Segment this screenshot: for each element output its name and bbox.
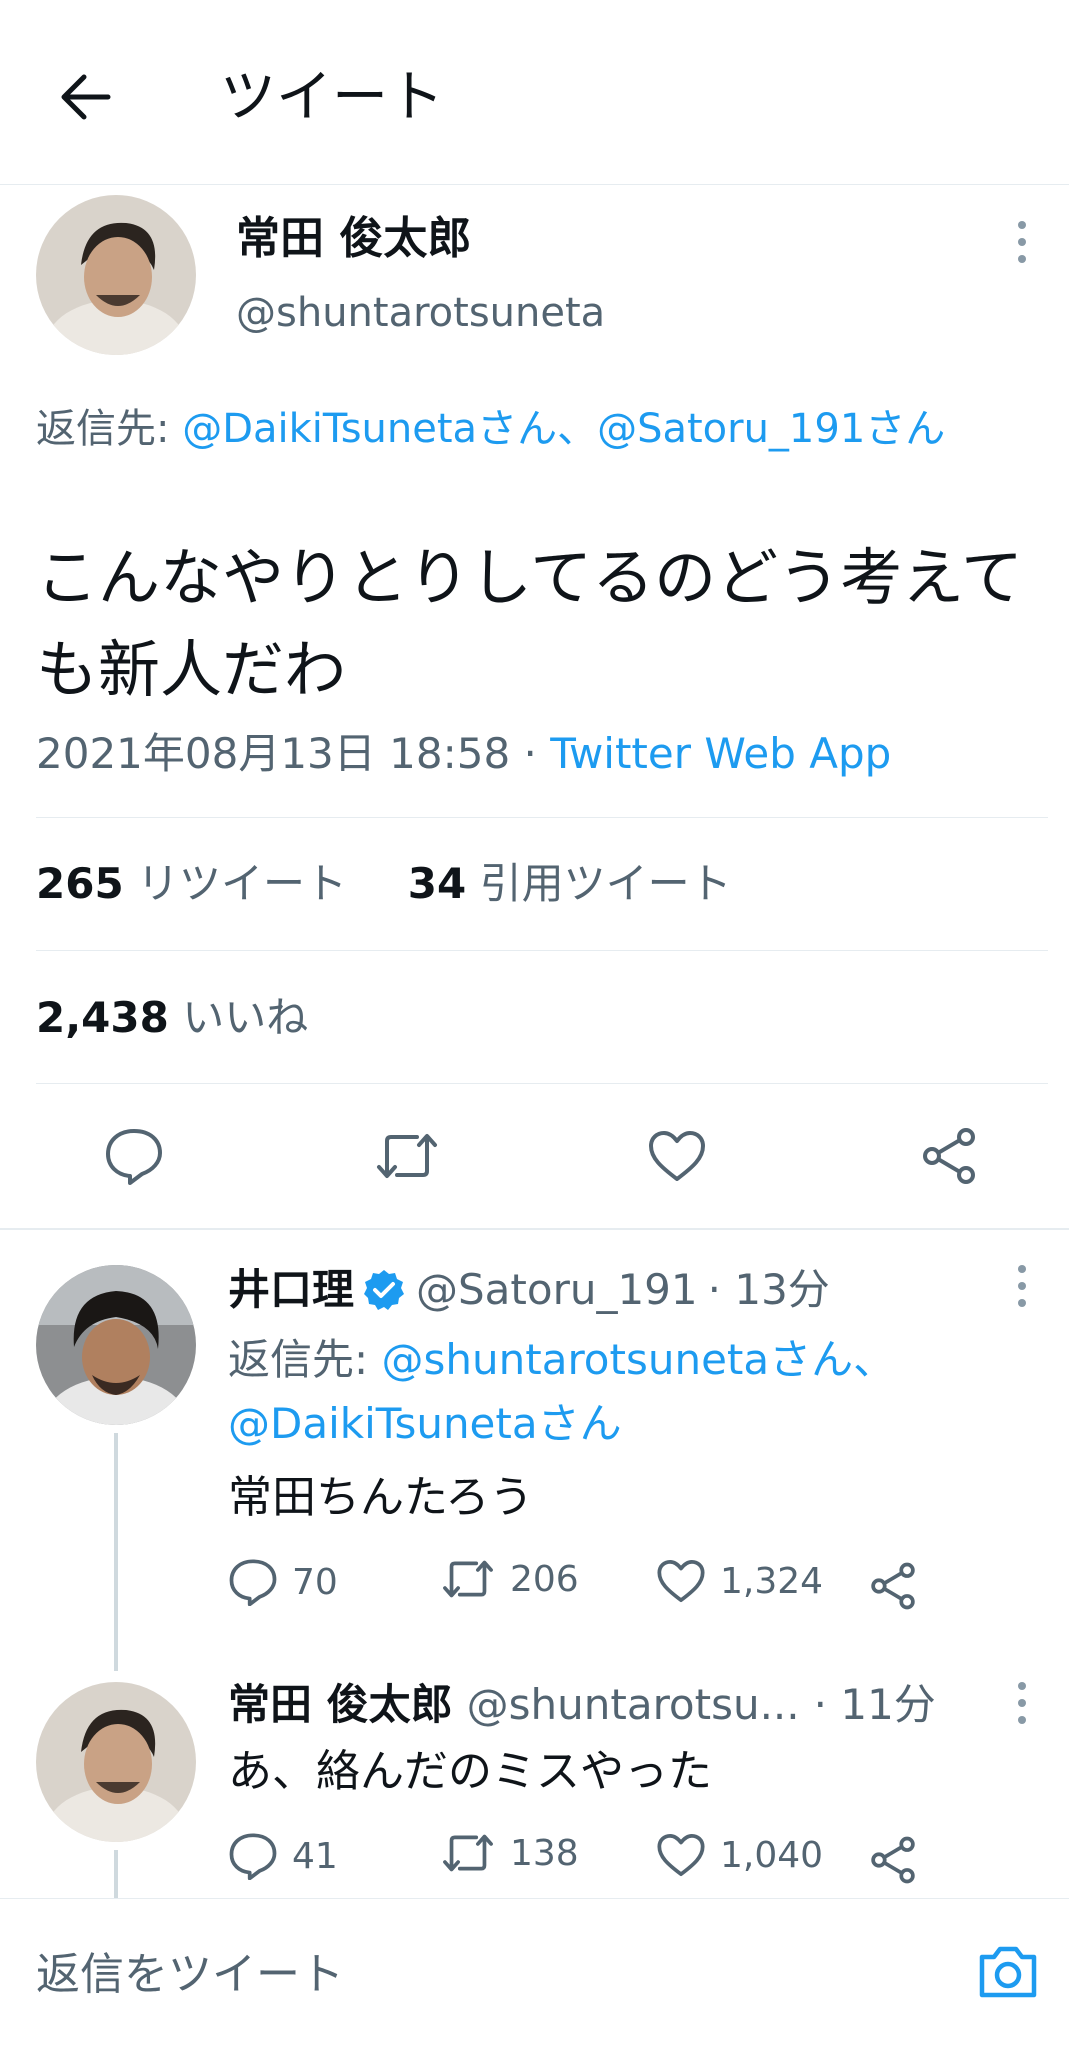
main-tweet-avatar[interactable]: [36, 195, 196, 355]
reply-time[interactable]: · 13分: [708, 1263, 830, 1317]
likes-stat[interactable]: 2,438 いいね: [36, 990, 308, 1046]
reply-author-handle[interactable]: @shuntarotsu...: [467, 1678, 800, 1732]
reply-avatar[interactable]: [36, 1682, 196, 1842]
more-options-icon[interactable]: [1002, 212, 1042, 272]
page-title: ツイート: [220, 65, 444, 130]
reply-prefix: 返信先:: [228, 1335, 369, 1384]
reply-author-handle[interactable]: @Satoru_191: [416, 1263, 698, 1317]
reply-icon: [228, 1558, 278, 1606]
quotes-stat[interactable]: 34 引用ツイート: [408, 859, 732, 908]
quotes-count: 34: [407, 859, 467, 908]
like-count: 1,040: [720, 1834, 824, 1876]
reply-author-name[interactable]: 井口理: [228, 1263, 354, 1317]
reply-count: 70: [292, 1561, 338, 1603]
section-divider: [0, 1228, 1069, 1230]
reply-action-bar: 41 138 1,040: [228, 1832, 948, 1892]
divider: [36, 1083, 1048, 1084]
main-tweet-text: こんなやりとりしてるのどう考えても新人だわ: [36, 541, 1024, 706]
reply-text: あ、絡んだのミスやった: [228, 1746, 712, 1797]
reply-action[interactable]: 41: [228, 1832, 338, 1880]
more-options-icon[interactable]: [1002, 1256, 1042, 1316]
share-icon[interactable]: [868, 1562, 918, 1610]
reply-count: 41: [292, 1835, 338, 1877]
thread-connector: [114, 1433, 118, 1671]
reply-text: 常田ちんたろう: [228, 1472, 534, 1523]
divider: [36, 950, 1048, 951]
like-heart-icon: [656, 1558, 706, 1604]
retweet-icon[interactable]: [372, 1121, 442, 1191]
reply-header: 常田 俊太郎 @shuntarotsu... · 11分: [228, 1678, 936, 1732]
retweet-count: 138: [510, 1832, 579, 1874]
reply-icon: [228, 1832, 278, 1880]
retweets-label: リツイート: [137, 859, 348, 908]
reply-avatar[interactable]: [36, 1265, 196, 1425]
retweet-count: 206: [510, 1558, 579, 1600]
retweet-quote-stats: 265 リツイート 34 引用ツイート: [36, 856, 732, 912]
main-tweet-timestamp[interactable]: 2021年08月13日 18:58: [36, 729, 510, 778]
main-tweet-reply-to: 返信先: @DaikiTsunetaさん、@Satoru_191さん: [36, 398, 1036, 460]
reply-reply-to: 返信先: @shuntarotsunetaさん、 @DaikiTsunetaさん: [228, 1328, 895, 1456]
like-action[interactable]: 1,040: [656, 1832, 823, 1878]
reply-action-bar: 70 206 1,324: [228, 1558, 948, 1618]
reply-action[interactable]: 70: [228, 1558, 338, 1606]
reply-icon[interactable]: [99, 1121, 169, 1191]
reply-prefix: 返信先:: [36, 406, 170, 452]
verified-badge-icon: [362, 1268, 406, 1312]
reply-targets-link[interactable]: @DaikiTsunetaさん: [228, 1399, 622, 1448]
share-icon[interactable]: [868, 1836, 918, 1884]
likes-label: いいね: [182, 993, 309, 1042]
meta-separator: ·: [510, 729, 551, 778]
reply-author-name[interactable]: 常田 俊太郎: [228, 1678, 453, 1732]
main-tweet-source[interactable]: Twitter Web App: [550, 729, 891, 778]
retweet-action[interactable]: 206: [440, 1558, 579, 1600]
like-action[interactable]: 1,324: [656, 1558, 823, 1604]
like-heart-icon[interactable]: [642, 1121, 712, 1191]
reply-composer: 返信をツイート: [0, 1898, 1069, 2049]
divider: [36, 817, 1048, 818]
main-tweet-meta: 2021年08月13日 18:58 · Twitter Web App: [36, 726, 891, 782]
main-tweet-author-name[interactable]: 常田 俊太郎: [236, 212, 471, 266]
reply-time[interactable]: · 11分: [814, 1678, 936, 1732]
retweet-icon: [440, 1558, 496, 1600]
like-heart-icon: [656, 1832, 706, 1878]
reply-header: 井口理 @Satoru_191 · 13分: [228, 1263, 830, 1317]
like-count: 1,324: [720, 1560, 824, 1602]
likes-count: 2,438: [36, 993, 169, 1042]
reply-targets-link[interactable]: @DaikiTsunetaさん、@Satoru_191さん: [182, 406, 945, 452]
back-arrow-icon[interactable]: [50, 62, 120, 132]
retweets-stat[interactable]: 265 リツイート: [36, 859, 347, 908]
share-icon[interactable]: [914, 1121, 984, 1191]
thread-connector: [114, 1850, 118, 1898]
retweets-count: 265: [36, 859, 124, 908]
reply-targets-link[interactable]: @shuntarotsunetaさん、: [382, 1335, 896, 1384]
retweet-action[interactable]: 138: [440, 1832, 579, 1874]
camera-icon[interactable]: [976, 1943, 1040, 2001]
retweet-icon: [440, 1832, 496, 1874]
reply-composer-input[interactable]: 返信をツイート: [36, 1947, 344, 2003]
quotes-label: 引用ツイート: [479, 859, 732, 908]
main-tweet-author-handle[interactable]: @shuntarotsuneta: [236, 288, 605, 338]
more-options-icon[interactable]: [1002, 1673, 1042, 1733]
top-bar: ツイート: [0, 0, 1069, 185]
